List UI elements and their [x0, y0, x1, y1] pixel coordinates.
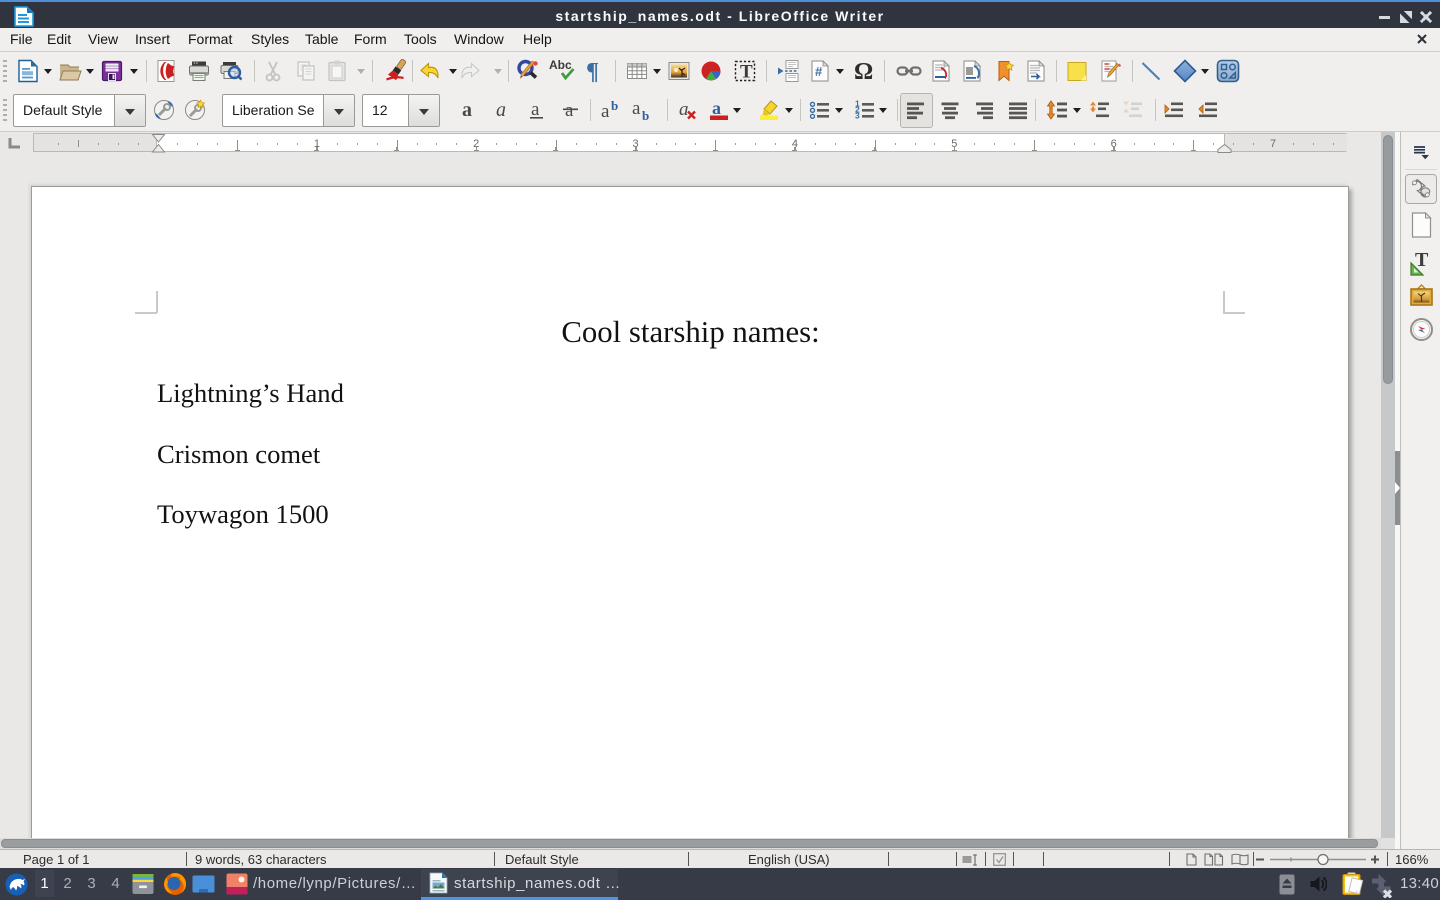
svg-text:a: a: [565, 100, 574, 121]
svg-text:a: a: [531, 99, 540, 120]
svg-text:Ω: Ω: [854, 59, 873, 83]
svg-text:b: b: [611, 98, 618, 113]
svg-text:Abc: Abc: [549, 59, 572, 72]
svg-text:T: T: [1415, 249, 1429, 271]
svg-text:a: a: [632, 98, 641, 119]
svg-text:a: a: [679, 99, 689, 120]
svg-text:¶: ¶: [586, 59, 599, 83]
svg-text:#: #: [815, 64, 823, 79]
svg-text:a: a: [601, 101, 610, 122]
svg-text:a: a: [712, 98, 721, 118]
svg-text:a: a: [462, 99, 472, 121]
svg-text:a: a: [496, 99, 506, 121]
svg-text:T: T: [740, 62, 753, 83]
svg-text:3: 3: [855, 110, 860, 120]
svg-text:b: b: [642, 108, 649, 122]
